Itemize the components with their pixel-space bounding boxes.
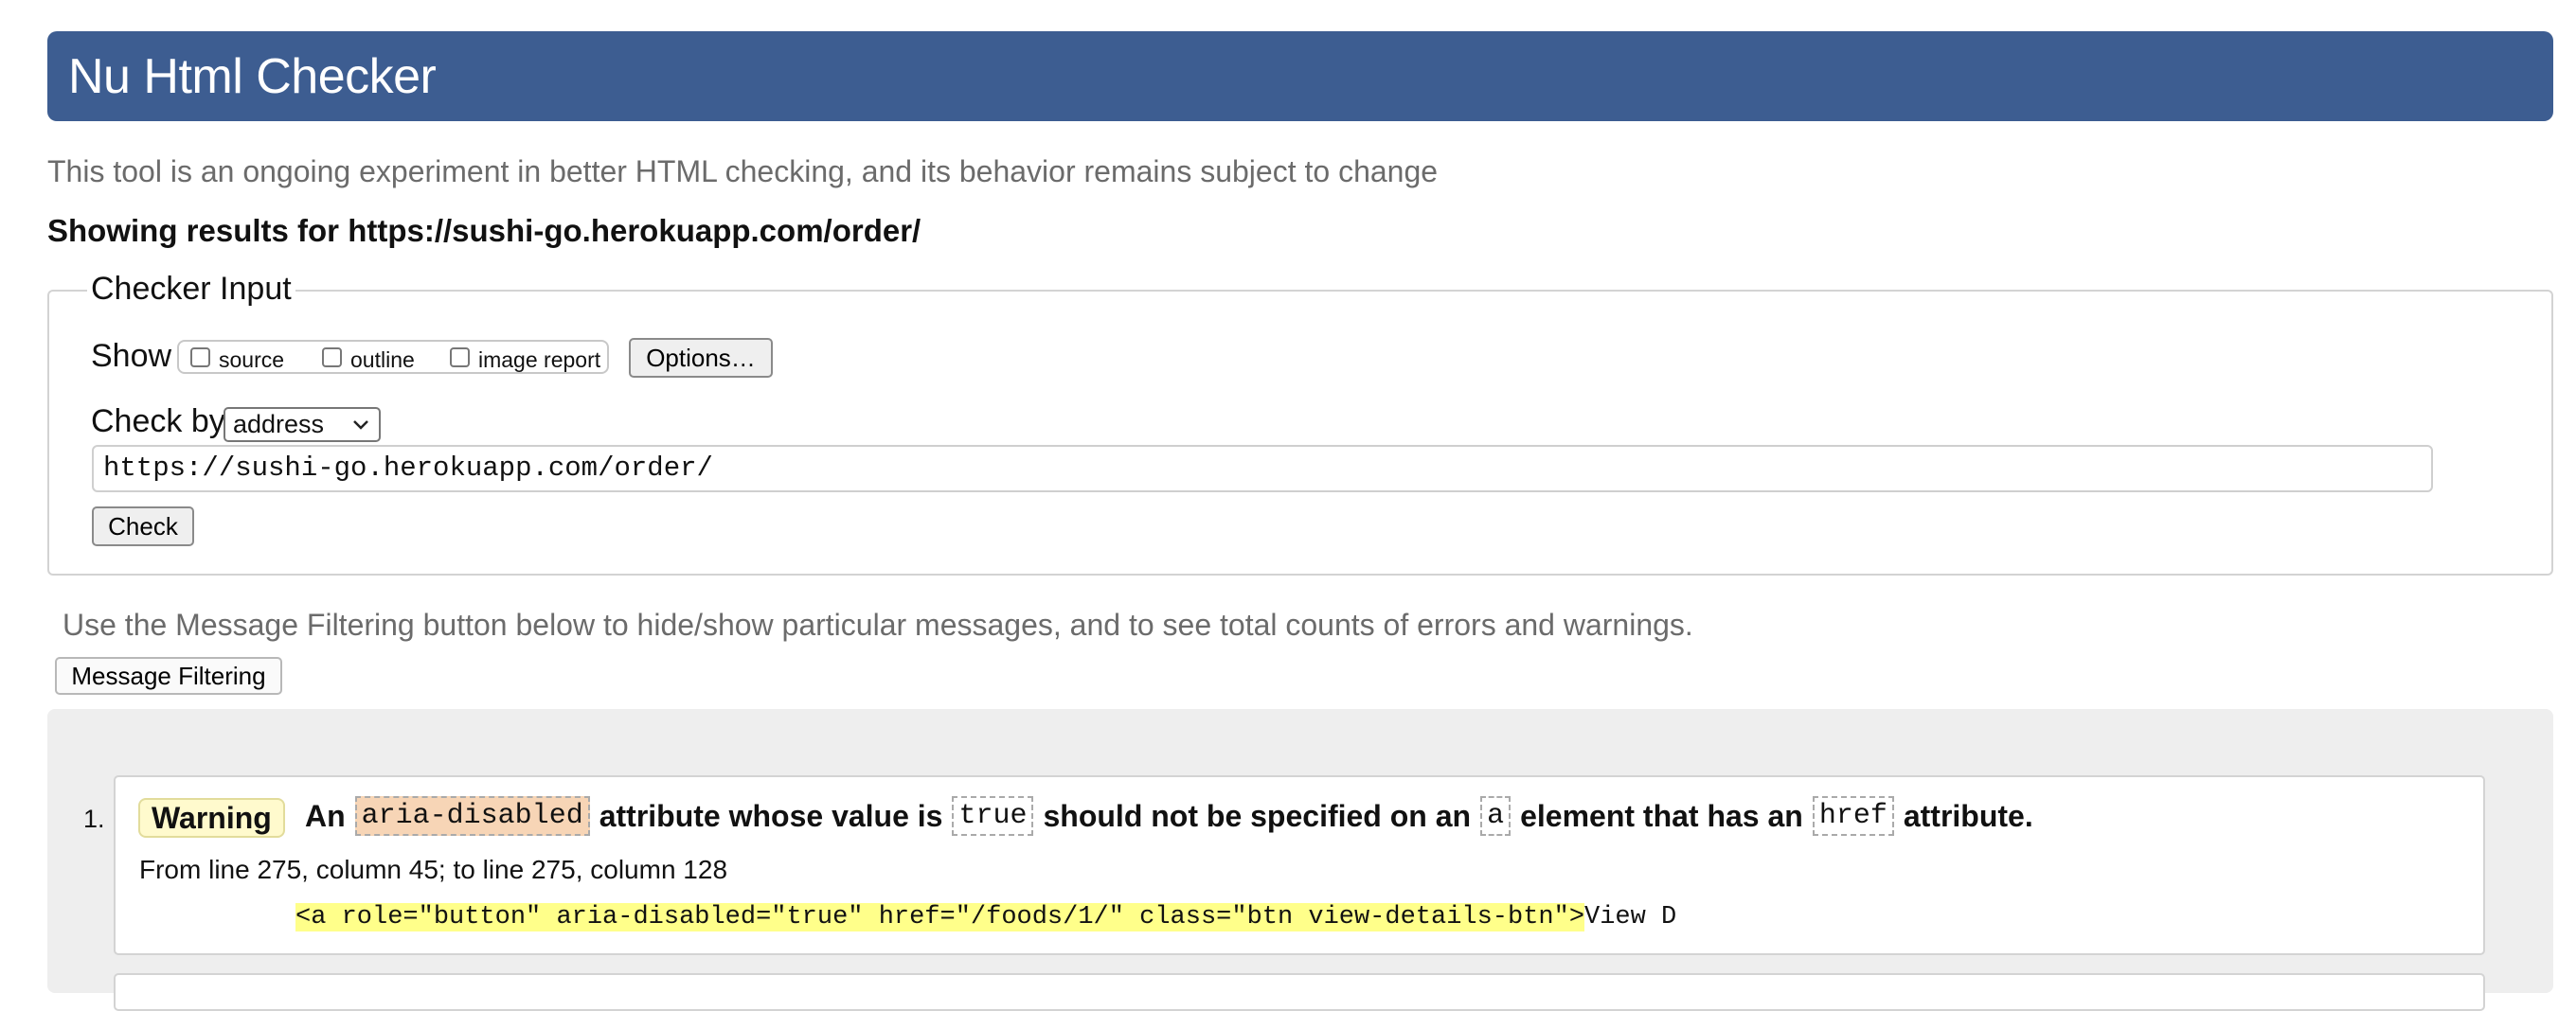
extract-highlight: <a role="button" aria-disabled="true" hr… [295,903,1585,931]
message-number: 1. [83,805,105,833]
message-location: From line 275, column 45; to line 275, c… [139,855,728,884]
code-a: a [1480,796,1512,836]
message-filtering-button[interactable]: Message Filtering [55,657,282,695]
warning-badge: Warning [138,798,285,838]
message-text-part: An [305,798,346,833]
message-text-part: element that has an [1520,798,1803,833]
show-label: Show [91,338,172,374]
showing-results-heading: Showing results for https://sushi-go.her… [47,213,921,248]
chevron-down-icon [353,420,368,430]
check-button[interactable]: Check [92,506,194,546]
message-text: An aria-disabled attribute whose value i… [305,796,2033,836]
check-by-value: address [233,410,325,438]
filter-note: Use the Message Filtering button below t… [63,608,1693,642]
message-text-part: should not be specified on an [1043,798,1472,833]
checker-input-legend: Checker Input [87,271,295,308]
source-checkbox-label[interactable]: source [219,347,284,373]
image-report-checkbox[interactable] [450,347,470,367]
code-extract: <a role="button" aria-disabled="true" hr… [295,903,1676,931]
code-true: true [952,796,1034,836]
message-item-next [114,973,2485,1011]
page-header: Nu Html Checker [47,31,2553,121]
source-checkbox[interactable] [190,347,210,367]
outline-checkbox[interactable] [322,347,342,367]
check-by-select[interactable]: address [224,407,381,442]
page-title: Nu Html Checker [68,49,437,104]
results-panel: 1. Warning An aria-disabled attribute wh… [47,709,2553,1011]
checker-input-fieldset: Checker Input Show source outline image … [47,271,2553,576]
message-text-part: attribute. [1903,798,2033,833]
image-report-checkbox-label[interactable]: image report [478,347,600,373]
outline-checkbox-label[interactable]: outline [350,347,415,373]
message-text-part: attribute whose value is [599,798,943,833]
show-options-group: source outline image report [177,340,609,374]
message-item-warning: Warning An aria-disabled attribute whose… [114,775,2485,955]
extract-rest: View D [1584,903,1677,931]
tagline: This tool is an ongoing experiment in be… [47,154,1439,188]
url-input[interactable]: https://sushi-go.herokuapp.com/order/ [92,445,2433,492]
code-href: href [1812,796,1894,836]
check-by-label: Check by [91,403,225,439]
options-button[interactable]: Options… [629,338,773,378]
code-aria-disabled: aria-disabled [354,796,590,836]
